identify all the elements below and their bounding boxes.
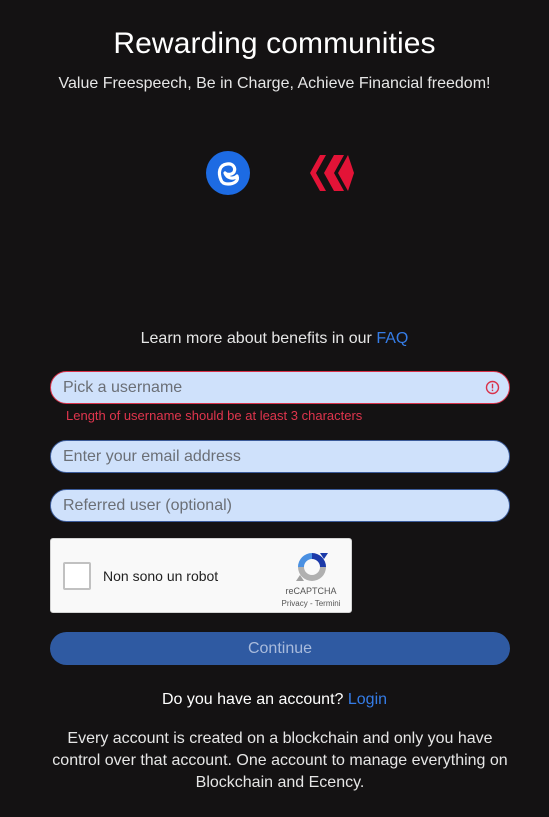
recaptcha-terms-link[interactable]: Termini (315, 599, 341, 608)
referral-input[interactable] (51, 490, 509, 521)
recaptcha-links-separator: - (307, 599, 315, 608)
username-field (50, 371, 510, 404)
faq-link[interactable]: FAQ (376, 330, 408, 347)
username-error-message: Length of username should be at least 3 … (66, 408, 363, 423)
ecency-logo-icon[interactable] (206, 151, 250, 195)
recaptcha-widget: Non sono un robot reCAPTCHA Privacy - Te… (50, 538, 352, 613)
error-icon (485, 380, 500, 395)
page-subtitle: Value Freespeech, Be in Charge, Achieve … (58, 75, 491, 92)
footer-info-text: Every account is created on a blockchain… (52, 730, 508, 791)
faq-line: Learn more about benefits in our FAQ (0, 330, 549, 348)
recaptcha-label: Non sono un robot (103, 568, 219, 584)
recaptcha-logo-icon (296, 553, 328, 581)
username-input[interactable] (51, 372, 509, 403)
email-input[interactable] (51, 441, 509, 472)
recaptcha-links: Privacy - Termini (275, 599, 347, 608)
page-title: Rewarding communities (113, 27, 436, 60)
email-field (50, 440, 510, 473)
referral-field (50, 489, 510, 522)
continue-button[interactable]: Continue (50, 632, 510, 665)
login-line: Do you have an account? Login (0, 691, 549, 709)
login-prompt: Do you have an account? (161, 691, 344, 708)
faq-text: Learn more about benefits in our (140, 330, 372, 347)
hive-logo-icon[interactable] (308, 151, 356, 195)
recaptcha-privacy-link[interactable]: Privacy (282, 599, 308, 608)
login-link[interactable]: Login (348, 691, 387, 708)
wallet-logos (0, 151, 549, 197)
recaptcha-brand: reCAPTCHA (285, 586, 337, 596)
recaptcha-checkbox[interactable] (63, 562, 91, 590)
